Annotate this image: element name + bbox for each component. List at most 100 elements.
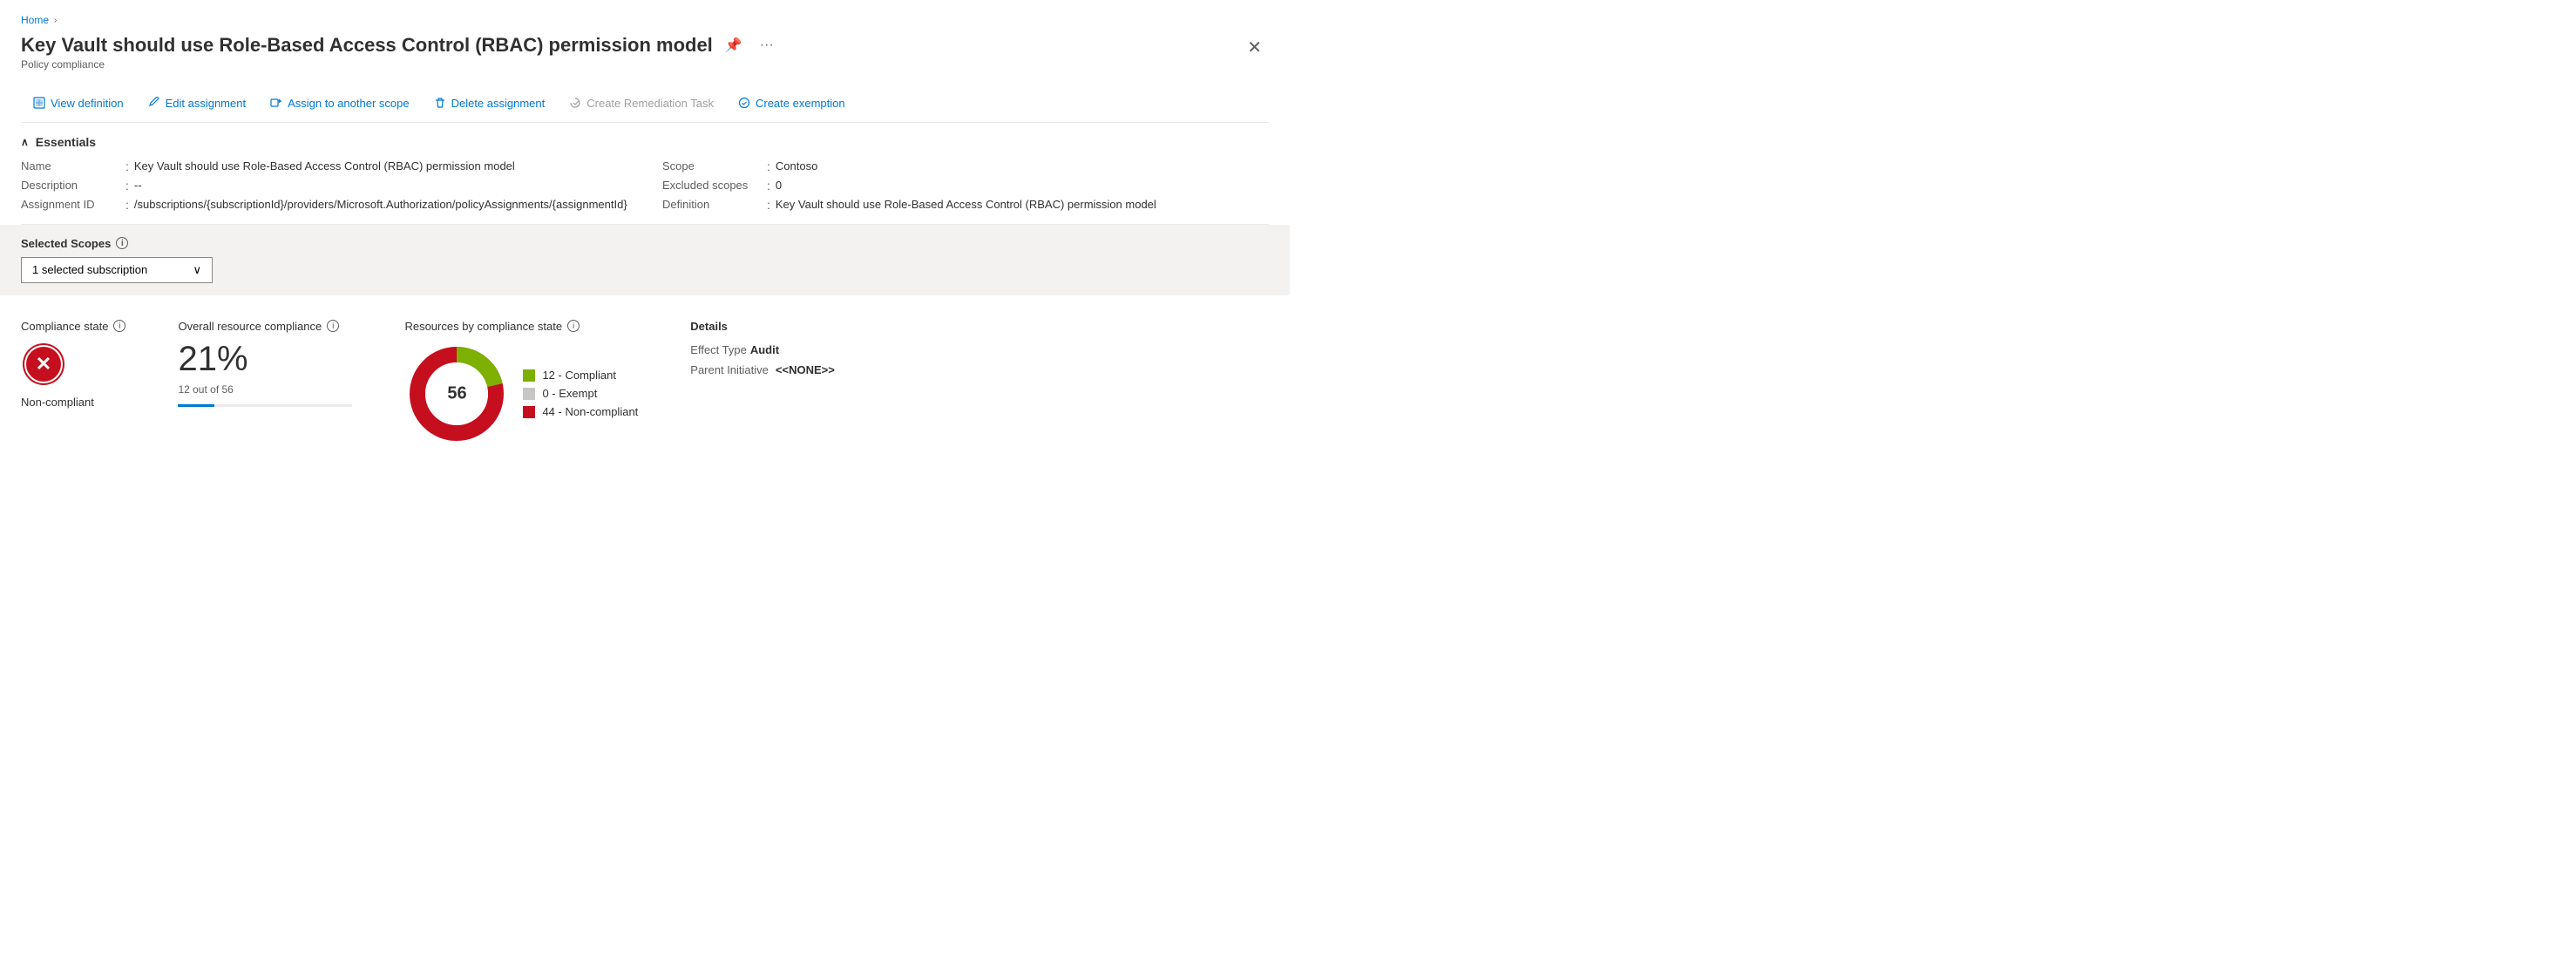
- view-definition-button[interactable]: View definition: [21, 91, 136, 115]
- delete-assignment-button[interactable]: Delete assignment: [422, 91, 558, 115]
- pin-icon: 📌: [725, 37, 742, 54]
- essentials-chevron-icon: ∧: [21, 136, 29, 148]
- pin-button[interactable]: 📌: [722, 33, 746, 58]
- overall-compliance-pct: 21%: [178, 342, 352, 376]
- legend-exempt: 0 - Exempt: [523, 387, 638, 400]
- non-compliant-icon: ✕: [21, 342, 66, 387]
- page-title-row: Key Vault should use Role-Based Access C…: [21, 33, 1240, 58]
- view-definition-label: View definition: [51, 97, 124, 110]
- legend-non-compliant: 44 - Non-compliant: [523, 405, 638, 418]
- details-block: Details Effect Type Audit Parent Initiat…: [690, 320, 835, 376]
- chevron-down-icon: ∨: [193, 263, 201, 277]
- essentials-definition-value: Key Vault should use Role-Based Access C…: [776, 198, 1156, 211]
- breadcrumb-home-link[interactable]: Home: [21, 14, 49, 26]
- resources-compliance-info-icon: i: [567, 320, 580, 332]
- essentials-header[interactable]: ∧ Essentials: [21, 135, 1269, 149]
- delete-assignment-icon: [434, 97, 446, 109]
- breadcrumb-separator: ›: [54, 16, 57, 25]
- resources-compliance-title-text: Resources by compliance state: [404, 320, 562, 333]
- essentials-definition-row: Definition : Key Vault should use Role-B…: [662, 198, 1269, 212]
- legend-items: 12 - Compliant 0 - Exempt 44 - Non-compl…: [523, 369, 638, 418]
- compliance-state-title: Compliance state i: [21, 320, 125, 333]
- essentials-scope-row: Scope : Contoso: [662, 159, 1269, 173]
- essentials-definition-label: Definition: [662, 198, 767, 211]
- scope-dropdown-value: 1 selected subscription: [32, 263, 147, 276]
- toolbar: View definition Edit assignment Assign t…: [21, 85, 1269, 123]
- resources-metric-row: 56 12 - Compliant 0 - Exempt 44 - Non-co…: [404, 342, 638, 446]
- scopes-label-text: Selected Scopes: [21, 237, 111, 250]
- scope-dropdown[interactable]: 1 selected subscription ∨: [21, 257, 213, 283]
- essentials-excluded-scopes-label: Excluded scopes: [662, 179, 767, 192]
- compliance-state-title-text: Compliance state: [21, 320, 108, 333]
- exempt-label: 0 - Exempt: [542, 387, 597, 400]
- overall-compliance-sub: 12 out of 56: [178, 383, 352, 396]
- essentials-scope-value: Contoso: [776, 159, 817, 173]
- create-remediation-task-label: Create Remediation Task: [586, 97, 714, 110]
- essentials-assignment-id-value: /subscriptions/{subscriptionId}/provider…: [134, 198, 627, 211]
- ellipsis-icon: ···: [760, 37, 774, 53]
- breadcrumb: Home ›: [21, 14, 1269, 26]
- assign-scope-icon: [270, 97, 282, 109]
- more-options-button[interactable]: ···: [756, 34, 777, 57]
- exempt-swatch: [523, 388, 535, 400]
- essentials-grid: Name : Key Vault should use Role-Based A…: [21, 159, 1269, 224]
- compliance-state-info-icon: i: [113, 320, 125, 332]
- create-remediation-icon: [569, 97, 581, 109]
- donut-center-value: 56: [447, 383, 466, 403]
- effect-type-label: Effect Type: [690, 343, 747, 356]
- overall-compliance-title-text: Overall resource compliance: [178, 320, 322, 333]
- close-button[interactable]: ✕: [1240, 33, 1269, 62]
- scopes-label: Selected Scopes i: [21, 237, 1269, 250]
- delete-assignment-label: Delete assignment: [451, 97, 546, 110]
- legend-compliant: 12 - Compliant: [523, 369, 638, 382]
- essentials-description-value: --: [134, 179, 142, 192]
- create-exemption-button[interactable]: Create exemption: [726, 91, 858, 115]
- effect-type-row: Effect Type Audit: [690, 343, 835, 356]
- essentials-section: ∧ Essentials Name : Key Vault should use…: [21, 123, 1269, 225]
- essentials-name-label: Name: [21, 159, 125, 173]
- overall-compliance-title: Overall resource compliance i: [178, 320, 352, 333]
- essentials-name-value: Key Vault should use Role-Based Access C…: [134, 159, 515, 173]
- details-title: Details: [690, 320, 835, 333]
- non-compliant-swatch: [523, 406, 535, 418]
- close-icon: ✕: [1247, 38, 1262, 58]
- essentials-scope-label: Scope: [662, 159, 767, 173]
- essentials-excluded-scopes-value: 0: [776, 179, 782, 192]
- overall-compliance-bar: [178, 404, 352, 407]
- compliant-swatch: [523, 369, 535, 382]
- metrics-section: Compliance state i ✕ Non-compliant Overa…: [21, 295, 1269, 464]
- page-subtitle: Policy compliance: [21, 58, 1240, 71]
- scopes-info-icon: i: [116, 237, 128, 249]
- parent-initiative-label: Parent Initiative: [690, 363, 769, 376]
- edit-assignment-icon: [148, 97, 160, 109]
- resources-compliance-title: Resources by compliance state i: [404, 320, 638, 333]
- page-title-text: Key Vault should use Role-Based Access C…: [21, 33, 713, 58]
- assign-to-another-scope-button[interactable]: Assign to another scope: [258, 91, 421, 115]
- create-exemption-label: Create exemption: [756, 97, 845, 110]
- essentials-assignment-id-row: Assignment ID : /subscriptions/{subscrip…: [21, 198, 627, 212]
- essentials-name-row: Name : Key Vault should use Role-Based A…: [21, 159, 627, 173]
- donut-chart: 56: [404, 342, 509, 446]
- parent-initiative-value: <<NONE>>: [776, 363, 835, 376]
- essentials-excluded-scopes-row: Excluded scopes : 0: [662, 179, 1269, 193]
- overall-compliance-info-icon: i: [327, 320, 339, 332]
- overall-compliance-block: Overall resource compliance i 21% 12 out…: [178, 320, 352, 407]
- compliance-state-value: Non-compliant: [21, 396, 125, 409]
- essentials-assignment-id-label: Assignment ID: [21, 198, 125, 211]
- edit-assignment-label: Edit assignment: [166, 97, 247, 110]
- compliance-state-block: Compliance state i ✕ Non-compliant: [21, 320, 125, 409]
- view-definition-icon: [33, 97, 45, 109]
- svg-text:✕: ✕: [36, 353, 51, 375]
- assign-to-another-scope-label: Assign to another scope: [288, 97, 409, 110]
- create-remediation-task-button[interactable]: Create Remediation Task: [557, 91, 726, 115]
- non-compliant-label: 44 - Non-compliant: [542, 405, 638, 418]
- essentials-description-label: Description: [21, 179, 125, 192]
- overall-compliance-bar-fill: [178, 404, 214, 407]
- create-exemption-icon: [738, 97, 750, 109]
- essentials-description-row: Description : --: [21, 179, 627, 193]
- scopes-section: Selected Scopes i 1 selected subscriptio…: [0, 225, 1290, 295]
- essentials-title: Essentials: [36, 135, 96, 149]
- resources-compliance-block: Resources by compliance state i 5: [404, 320, 638, 446]
- edit-assignment-button[interactable]: Edit assignment: [136, 91, 259, 115]
- parent-initiative-row: Parent Initiative <<NONE>>: [690, 363, 835, 376]
